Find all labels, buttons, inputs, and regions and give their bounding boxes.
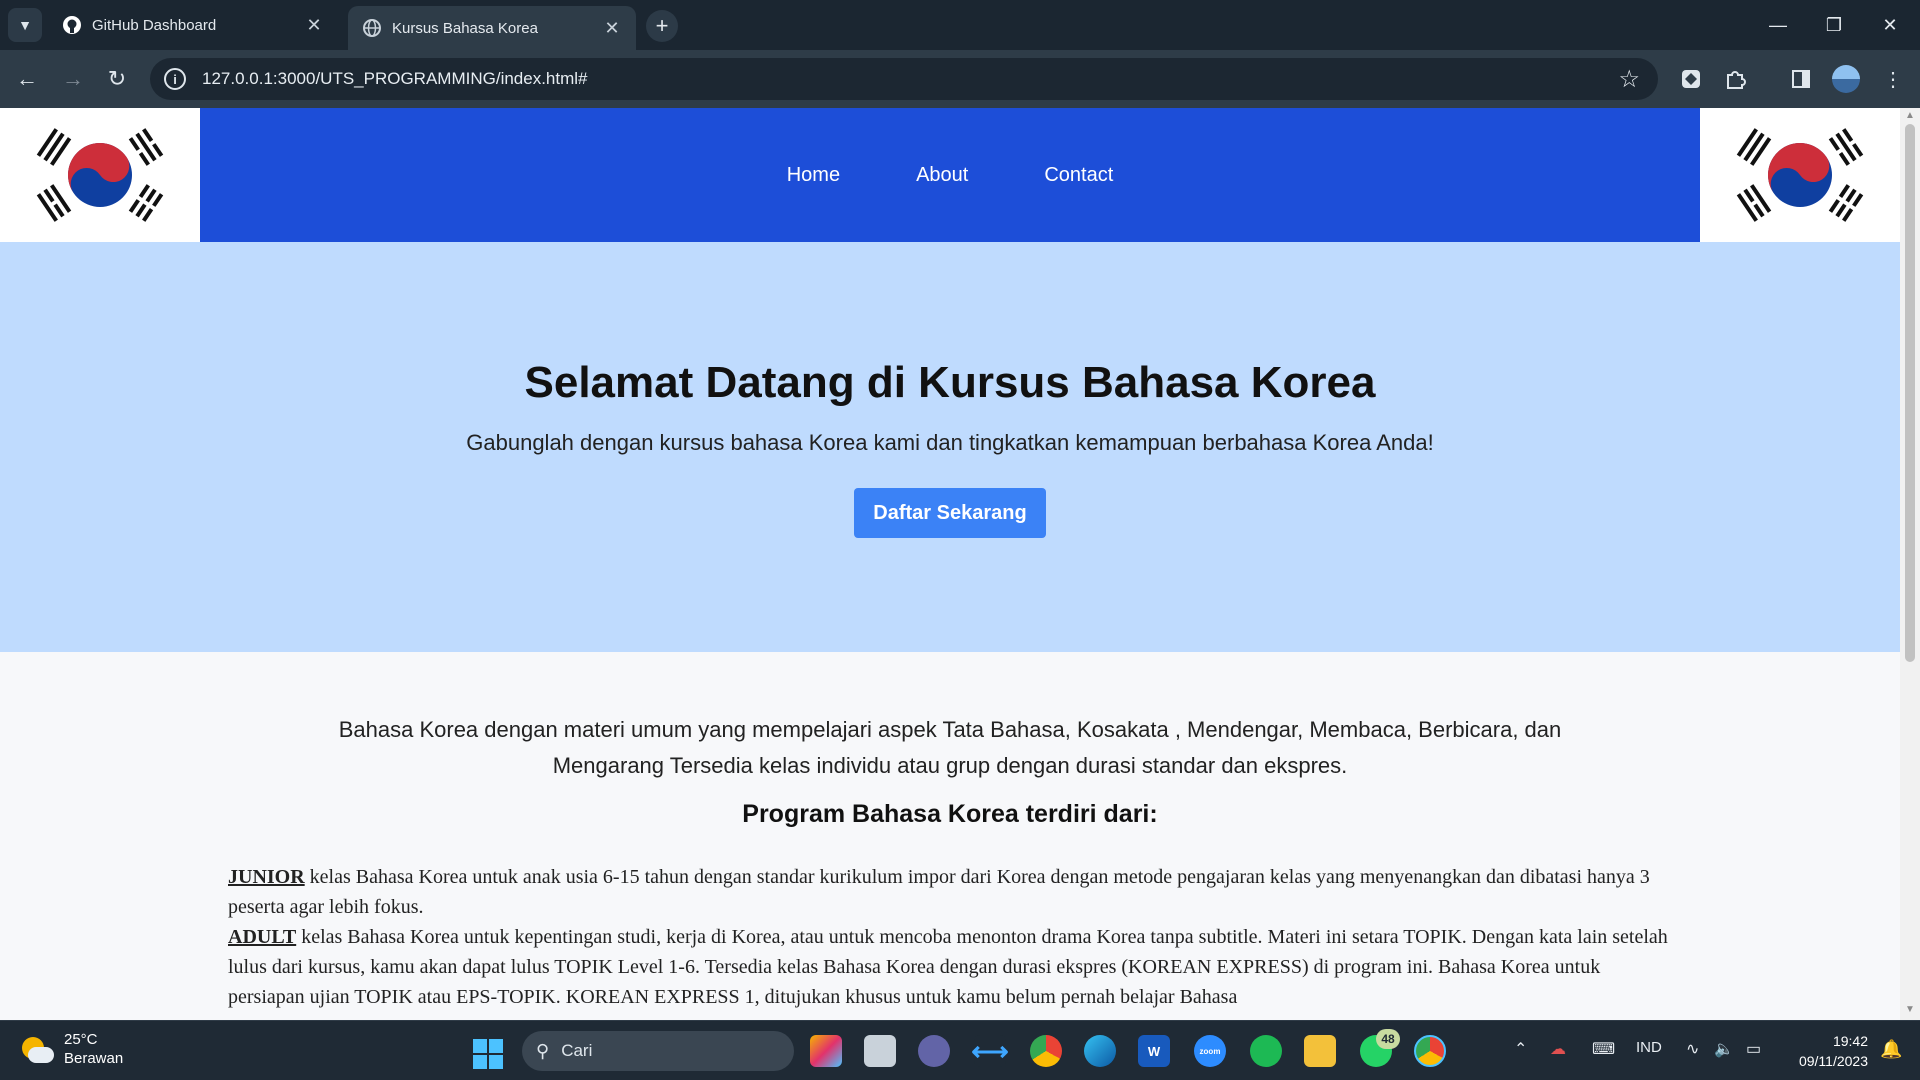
browser-titlebar: ▼ GitHub Dashboard ✕ Kursus Bahasa Korea… — [0, 0, 1920, 50]
close-icon: ✕ — [1882, 14, 1898, 35]
copilot-app-icon[interactable] — [810, 1035, 842, 1067]
language-indicator[interactable]: IND — [1636, 1039, 1662, 1056]
file-explorer-icon[interactable] — [1304, 1035, 1336, 1067]
tab-title: Kursus Bahasa Korea — [392, 19, 538, 37]
program-description: kelas Bahasa Korea untuk kepentingan stu… — [228, 926, 1668, 1008]
notification-bell-icon[interactable]: 🔔 — [1880, 1039, 1902, 1060]
battery-icon[interactable]: ▭ — [1746, 1039, 1761, 1059]
hero-subtitle: Gabunglah dengan kursus bahasa Korea kam… — [466, 430, 1434, 455]
hero-title: Selamat Datang di Kursus Bahasa Korea — [524, 358, 1376, 407]
chevron-up-icon[interactable]: ⌃ — [1514, 1039, 1527, 1059]
tab-title: GitHub Dashboard — [92, 16, 217, 34]
more-menu-icon[interactable]: ⋮ — [1876, 62, 1910, 96]
profile-avatar[interactable] — [1832, 65, 1860, 93]
keyboard-icon[interactable]: ⌨ — [1592, 1039, 1615, 1059]
chrome-active-app-icon[interactable] — [1414, 1035, 1446, 1067]
spotify-app-icon[interactable] — [1250, 1035, 1282, 1067]
chevron-down-icon: ▼ — [18, 17, 32, 33]
close-window-button[interactable]: ✕ — [1870, 10, 1910, 40]
edge-app-icon[interactable] — [1084, 1035, 1116, 1067]
scroll-thumb[interactable] — [1905, 124, 1915, 662]
program-name: ADULT — [228, 926, 297, 948]
search-placeholder: Cari — [561, 1041, 593, 1060]
nav-home-link[interactable]: Home — [787, 164, 840, 187]
korean-flag-right — [1700, 108, 1900, 242]
program-description: kelas Bahasa Korea untuk anak usia 6-15 … — [228, 866, 1650, 918]
page-scrollbar[interactable]: ▲ ▼ — [1900, 108, 1920, 1020]
plus-icon: + — [655, 13, 669, 38]
whatsapp-notification-badge: 48 — [1376, 1029, 1400, 1049]
volume-muted-icon[interactable]: 🔈 — [1714, 1039, 1734, 1059]
hero-section: Selamat Datang di Kursus Bahasa Korea Ga… — [0, 242, 1900, 652]
nav-about-link[interactable]: About — [916, 164, 968, 187]
close-tab-icon[interactable]: ✕ — [304, 15, 324, 36]
tab-search-button[interactable]: ▼ — [8, 8, 42, 42]
github-icon — [62, 15, 82, 35]
zoom-app-icon[interactable]: zoom — [1194, 1035, 1226, 1067]
url-text: 127.0.0.1:3000/UTS_PROGRAMMING/index.htm… — [202, 69, 588, 88]
browser-toolbar: ← → ↻ i 127.0.0.1:3000/UTS_PROGRAMMING/i… — [0, 50, 1920, 108]
weather-condition: Berawan — [64, 1050, 124, 1067]
scroll-down-icon[interactable]: ▼ — [1904, 1004, 1916, 1015]
weather-cloudy-icon — [20, 1033, 54, 1067]
wifi-icon[interactable]: ∿ — [1686, 1039, 1699, 1059]
weather-widget[interactable]: 25°C Berawan — [20, 1031, 123, 1069]
reload-button[interactable]: ↻ — [100, 62, 134, 96]
vscode-app-icon[interactable]: ⟷ — [971, 1035, 1009, 1067]
program-heading: Program Bahasa Korea terdiri dari: — [742, 800, 1158, 828]
reload-icon: ↻ — [107, 66, 127, 91]
site-info-icon[interactable]: i — [164, 68, 186, 90]
course-content: Bahasa Korea dengan materi umum yang mem… — [0, 652, 1900, 1020]
new-tab-button[interactable]: + — [646, 10, 678, 42]
onedrive-icon[interactable]: ☁ — [1550, 1039, 1566, 1059]
search-icon: ⚲ — [536, 1040, 550, 1061]
bookmark-star-icon[interactable]: ☆ — [1618, 65, 1640, 94]
program-item-adult: ADULT kelas Bahasa Korea untuk kepenting… — [228, 926, 1668, 1008]
restore-button[interactable]: ❐ — [1814, 10, 1854, 40]
program-list: JUNIOR kelas Bahasa Korea untuk anak usi… — [228, 862, 1668, 1012]
clock-date: 09/11/2023 — [1798, 1053, 1868, 1069]
address-bar[interactable]: i 127.0.0.1:3000/UTS_PROGRAMMING/index.h… — [150, 58, 1658, 100]
site-nav: Home About Contact — [200, 108, 1700, 242]
task-view-icon[interactable] — [864, 1035, 896, 1067]
back-button[interactable]: ← — [10, 62, 44, 96]
korean-flag-left — [0, 108, 200, 242]
chrome-app-icon[interactable] — [1030, 1035, 1062, 1067]
globe-icon — [362, 18, 382, 38]
arrow-left-icon: ← — [16, 66, 38, 91]
register-button[interactable]: Daftar Sekarang — [854, 488, 1046, 538]
clock[interactable]: 19:42 09/11/2023 — [1786, 1031, 1868, 1071]
site-header: Home About Contact — [0, 108, 1900, 242]
windows-taskbar: 25°C Berawan ⚲ Cari ⟷ W zoom 48 ⌃ ☁ ⌨ IN… — [0, 1020, 1920, 1080]
puzzle-extensions-icon[interactable] — [1718, 62, 1752, 96]
arrow-right-icon: → — [62, 66, 84, 91]
word-app-icon[interactable]: W — [1138, 1035, 1170, 1067]
teams-app-icon[interactable] — [918, 1035, 950, 1067]
program-name: JUNIOR — [228, 866, 305, 888]
weather-temp: 25°C — [64, 1031, 98, 1048]
forward-button[interactable]: → — [56, 62, 90, 96]
nav-contact-link[interactable]: Contact — [1044, 164, 1113, 187]
minimize-icon: — — [1769, 14, 1787, 35]
close-tab-icon[interactable]: ✕ — [602, 18, 622, 39]
side-panel-icon[interactable] — [1784, 62, 1818, 96]
clock-time: 19:42 — [1832, 1033, 1868, 1049]
taskbar-search[interactable]: ⚲ Cari — [522, 1031, 794, 1071]
scroll-up-icon[interactable]: ▲ — [1904, 110, 1916, 121]
extension-icon[interactable] — [1674, 62, 1708, 96]
tab-github-dashboard[interactable]: GitHub Dashboard ✕ — [48, 6, 338, 44]
tab-kursus-bahasa-korea[interactable]: Kursus Bahasa Korea ✕ — [348, 6, 636, 50]
start-button[interactable] — [473, 1039, 503, 1069]
page-viewport: Home About Contact Selamat Datang di Kur… — [0, 108, 1900, 1020]
minimize-button[interactable]: — — [1758, 10, 1798, 40]
restore-icon: ❐ — [1825, 14, 1843, 35]
program-item-junior: JUNIOR kelas Bahasa Korea untuk anak usi… — [228, 866, 1650, 918]
intro-paragraph: Bahasa Korea dengan materi umum yang mem… — [338, 717, 1562, 778]
